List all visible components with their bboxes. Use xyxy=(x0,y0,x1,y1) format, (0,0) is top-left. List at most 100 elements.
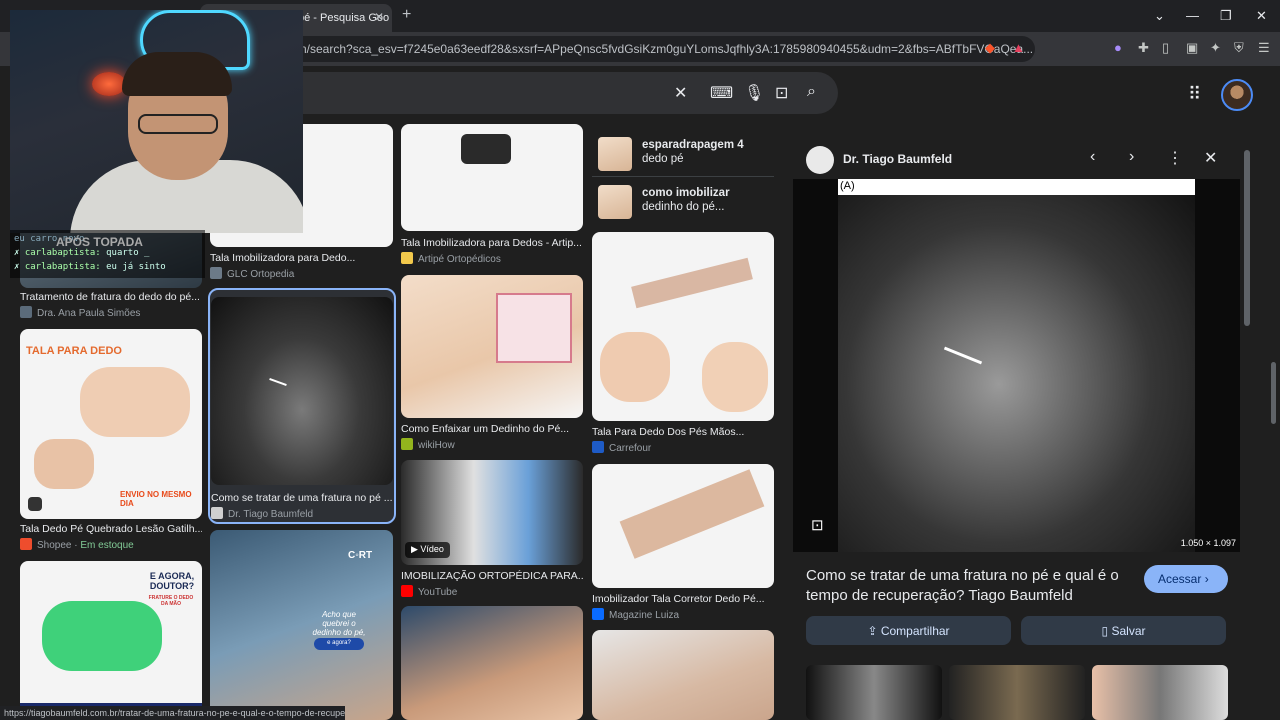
result-source[interactable]: GLC Ortopedia xyxy=(210,267,294,280)
result-caption[interactable]: Imobilizador Tala Corretor Dedo Pé... xyxy=(592,593,774,605)
bookmark-icon: ▯ xyxy=(1101,624,1109,638)
youtube-icon xyxy=(401,585,413,597)
tab-close-icon[interactable]: ✕ xyxy=(374,10,384,24)
share-button[interactable]: ⇪ Compartilhar xyxy=(806,616,1011,645)
glasses xyxy=(138,114,218,134)
related-search-item[interactable]: esparadrapagem 4 dedo pé xyxy=(592,132,774,174)
image-result-wikihow[interactable] xyxy=(401,275,583,418)
close-window-icon[interactable]: ✕ xyxy=(1256,8,1267,24)
brave-rewards-icon[interactable]: ▲ xyxy=(1012,40,1025,55)
save-button[interactable]: ▯ Salvar xyxy=(1021,616,1226,645)
chat-title: APÓS TOPADA xyxy=(56,235,143,249)
leo-ai-icon[interactable]: ✦ xyxy=(1210,40,1221,56)
stock-badge: Em estoque xyxy=(80,540,134,551)
image-result-magalu[interactable] xyxy=(592,464,774,588)
extension-icon[interactable]: ● xyxy=(1114,40,1122,55)
image-result-carrefour[interactable] xyxy=(592,232,774,421)
result-source[interactable]: Magazine Luiza xyxy=(592,608,679,621)
foot-xray xyxy=(838,179,1195,552)
panel-scrollbar[interactable] xyxy=(1244,150,1250,326)
result-caption[interactable]: Tala Dedo Pé Quebrado Lesão Gatilh... xyxy=(20,523,202,535)
page-scrollbar[interactable] xyxy=(1271,362,1276,424)
foot-graphic xyxy=(80,367,190,437)
divider xyxy=(592,176,774,177)
source-logo-icon xyxy=(806,146,834,174)
related-search-item[interactable]: como imobilizar dedinho do pé... xyxy=(592,180,774,222)
google-apps-icon[interactable]: ⠿ xyxy=(1188,84,1201,105)
result-caption[interactable]: IMOBILIZAÇÃO ORTOPÉDICA PARA... xyxy=(401,570,583,582)
image-result-hand-cast[interactable]: E AGORA, DOUTOR? FRATURE O DEDO DA MÃO xyxy=(20,561,202,720)
overlay-sub: FRATURE O DEDO DA MÃO xyxy=(148,595,194,607)
overlay-question: E AGORA, DOUTOR? xyxy=(149,571,195,591)
maximize-icon[interactable]: ❐ xyxy=(1220,8,1232,24)
related-image-xray[interactable] xyxy=(949,665,1085,720)
preview-image[interactable]: (A) ⊡ 1.050 × 1.097 xyxy=(793,179,1240,552)
result-source[interactable]: wikiHow xyxy=(401,438,455,451)
sidebar-icon[interactable]: ▯ xyxy=(1162,40,1169,56)
video-badge: ▶ Vídeo xyxy=(405,542,450,558)
result-source[interactable]: Artipé Ortopédicos xyxy=(401,252,501,265)
tag-icon xyxy=(28,497,42,511)
xray-arrow xyxy=(269,377,287,387)
result-caption[interactable]: Tratamento de fratura do dedo do pé... xyxy=(20,291,202,303)
result-source[interactable]: Carrefour xyxy=(592,441,651,454)
image-result-toe-splint[interactable]: TALA PARA DEDO ENVIO NO MESMO DIA xyxy=(20,329,202,519)
result-source[interactable]: Dra. Ana Paula Simões xyxy=(20,306,140,319)
minimize-icon[interactable]: — xyxy=(1186,8,1199,23)
result-source[interactable]: Shopee · Em estoque xyxy=(20,538,134,551)
result-caption[interactable]: Tala Imobilizadora para Dedo... xyxy=(210,252,393,264)
new-tab-icon[interactable]: + xyxy=(402,6,411,24)
lens-icon[interactable]: ⊡ xyxy=(775,83,788,103)
keyboard-icon[interactable]: ⌨ xyxy=(710,83,733,103)
next-icon[interactable]: › xyxy=(1129,148,1134,166)
image-result-foot-tattoo[interactable] xyxy=(592,630,774,720)
more-options-icon[interactable]: ⋮ xyxy=(1167,148,1183,168)
image-result-artipe[interactable] xyxy=(401,124,583,231)
overlay-pill: e agora? xyxy=(314,638,364,650)
avatar[interactable] xyxy=(1221,79,1253,111)
overlay-title: TALA PARA DEDO xyxy=(26,345,122,357)
chat-line: ✗ carlabaptista: eu já sinto xyxy=(14,262,166,272)
related-image-collage[interactable] xyxy=(1092,665,1228,720)
image-result-youtube[interactable]: ▶ Vídeo xyxy=(401,460,583,565)
result-caption[interactable]: Como Enfaixar um Dedinho do Pé... xyxy=(401,423,583,435)
result-source[interactable]: Dr. Tiago Baumfeld xyxy=(211,507,313,520)
lamp xyxy=(92,72,126,96)
wrist-band-graphic xyxy=(461,134,511,164)
site-favicon-icon xyxy=(20,306,32,318)
related-rest: dedinho do pé... xyxy=(642,201,725,213)
result-caption[interactable]: Tala Para Dedo Dos Pés Mãos... xyxy=(592,426,774,438)
result-source[interactable]: YouTube xyxy=(401,585,457,598)
wallet-icon[interactable]: ▣ xyxy=(1186,40,1198,56)
menu-icon[interactable]: ☰ xyxy=(1258,40,1270,56)
overlay-text: Acho que quebrei o dedinho do pé, xyxy=(312,610,366,637)
related-image-xray[interactable] xyxy=(806,665,942,720)
clear-icon[interactable]: ✕ xyxy=(674,83,687,103)
microphone-icon[interactable]: 🎙 xyxy=(744,83,764,103)
previous-icon[interactable]: ‹ xyxy=(1090,148,1095,166)
vpn-icon[interactable]: ⛨ xyxy=(1234,40,1244,56)
brand-logo: C◦RT xyxy=(348,550,373,561)
image-result-foot-xray[interactable] xyxy=(211,297,393,485)
extensions-puzzle-icon[interactable]: ✚ xyxy=(1138,40,1149,56)
image-label: (A) xyxy=(838,179,1195,195)
wikihow-icon xyxy=(401,438,413,450)
close-icon[interactable]: ✕ xyxy=(1204,148,1217,168)
foot-graphic xyxy=(702,342,768,412)
chevron-right-icon: › xyxy=(1204,572,1209,586)
carrefour-icon xyxy=(592,441,604,453)
image-result-video-foot[interactable]: C◦RT Acho que quebrei o dedinho do pé, e… xyxy=(210,530,393,720)
panel-source[interactable]: Dr. Tiago Baumfeld xyxy=(843,152,952,166)
image-title[interactable]: Como se tratar de uma fratura no pé e qu… xyxy=(806,566,1136,606)
tab-search-icon[interactable]: ⌄ xyxy=(1154,8,1165,24)
image-result-foot-photo[interactable] xyxy=(401,606,583,720)
brave-shield-icon[interactable]: ◆ xyxy=(985,40,995,56)
lens-search-icon[interactable]: ⊡ xyxy=(811,516,824,534)
search-box[interactable]: ✕ ⌨ 🎙 ⊡ ⌕ xyxy=(240,72,838,114)
result-caption[interactable]: Tala Imobilizadora para Dedos - Artip... xyxy=(401,237,583,249)
search-icon[interactable]: ⌕ xyxy=(807,83,816,101)
address-bar[interactable]: n/search?sca_esv=f7245e0a63eedf28&sxsrf=… xyxy=(260,36,1035,62)
result-caption[interactable]: Como se tratar de uma fratura no pé ... xyxy=(211,492,393,504)
site-favicon-icon xyxy=(210,267,222,279)
visit-button[interactable]: Acessar › xyxy=(1144,565,1228,593)
